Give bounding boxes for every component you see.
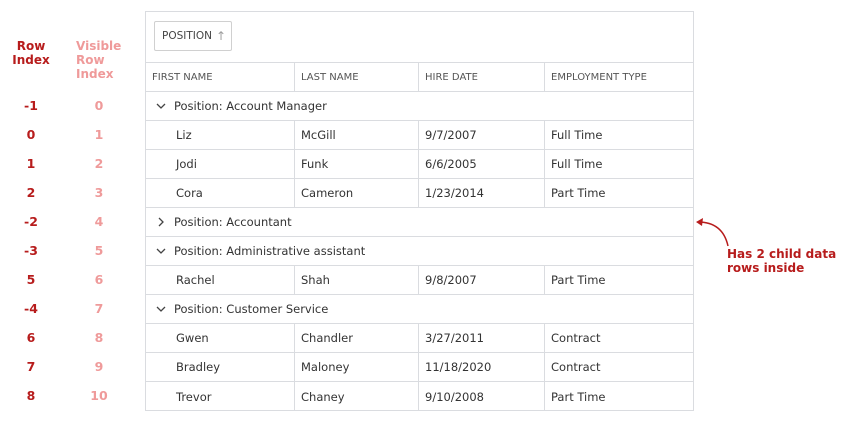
table-cell[interactable]: 6/6/2005 [419,150,545,178]
row-index-value: 6 [26,330,36,345]
table-row[interactable]: Liz McGill 9/7/2007 Full Time [146,121,693,150]
table-row[interactable]: Gwen Chandler 3/27/2011 Contract [146,324,693,353]
table-cell[interactable]: 3/27/2011 [419,324,545,352]
table-cell[interactable]: Chandler [295,324,419,352]
table-cell[interactable]: Rachel [146,266,295,294]
table-cell[interactable]: 9/8/2007 [419,266,545,294]
table-cell[interactable]: Trevor [146,382,295,411]
group-row[interactable]: Position: Customer Service [146,295,693,324]
group-row[interactable]: Position: Account Manager [146,92,693,121]
row-index-value: -4 [24,301,38,316]
chevron-down-icon[interactable] [155,303,167,315]
visible-row-index-heading: Visible Row Index [76,39,126,81]
chevron-down-icon[interactable] [155,245,167,257]
table-row[interactable]: Bradley Maloney 11/18/2020 Contract [146,353,693,382]
row-index-heading-text: Row Index [12,39,50,67]
row-index-value: -2 [24,214,38,229]
table-cell[interactable]: Bradley [146,353,295,381]
column-header-first-name[interactable]: FIRST NAME [146,63,295,91]
table-cell[interactable]: Part Time [545,179,693,207]
group-row-label: Position: Account Manager [174,99,327,113]
column-header-row: FIRST NAME LAST NAME HIRE DATE EMPLOYMEN… [146,63,693,92]
table-cell[interactable]: Contract [545,324,693,352]
table-cell[interactable]: Gwen [146,324,295,352]
chevron-down-icon[interactable] [155,100,167,112]
table-row[interactable]: Rachel Shah 9/8/2007 Part Time [146,266,693,295]
visible-row-index-value: 3 [94,185,104,200]
row-index-value: 2 [26,185,36,200]
column-header-label: HIRE DATE [425,71,478,83]
visible-row-index-value: 4 [94,214,104,229]
group-panel: POSITION ↑ [146,12,693,63]
column-header-label: FIRST NAME [152,71,213,83]
table-cell[interactable]: Shah [295,266,419,294]
visible-row-index-value: 2 [94,156,104,171]
group-row-label: Position: Accountant [174,215,292,229]
visible-row-index-value: 10 [90,388,108,403]
visible-row-index-value: 0 [94,98,104,113]
table-cell[interactable]: 11/18/2020 [419,353,545,381]
group-row[interactable]: Position: Administrative assistant [146,237,693,266]
table-row[interactable]: Trevor Chaney 9/10/2008 Part Time [146,382,693,411]
visible-row-index-value: 6 [94,272,104,287]
table-cell[interactable]: 9/7/2007 [419,121,545,149]
table-cell[interactable]: Chaney [295,382,419,411]
row-index-value: 1 [26,156,36,171]
group-chip-label: POSITION [162,30,212,42]
visible-row-index-value: 8 [94,330,104,345]
column-header-label: LAST NAME [301,71,359,83]
table-cell[interactable]: McGill [295,121,419,149]
table-cell[interactable]: Jodi [146,150,295,178]
visible-row-index-value: 7 [94,301,104,316]
row-index-value: 8 [26,388,36,403]
visible-row-index-value: 5 [94,243,104,258]
table-row[interactable]: Cora Cameron 1/23/2014 Part Time [146,179,693,208]
row-index-value: -3 [24,243,38,258]
table-cell[interactable]: Funk [295,150,419,178]
arrow-up-icon[interactable]: ↑ [216,29,226,43]
table-cell[interactable]: Maloney [295,353,419,381]
table-cell[interactable]: 9/10/2008 [419,382,545,411]
group-row-label: Position: Customer Service [174,302,329,316]
table-cell[interactable]: Full Time [545,121,693,149]
table-cell[interactable]: Part Time [545,382,693,411]
group-row-label: Position: Administrative assistant [174,244,366,258]
column-header-label: EMPLOYMENT TYPE [551,71,647,83]
row-index-value: 7 [26,359,36,374]
table-cell[interactable]: Part Time [545,266,693,294]
table-cell[interactable]: Full Time [545,150,693,178]
group-chip-position[interactable]: POSITION ↑ [154,21,232,51]
group-row[interactable]: Position: Accountant [146,208,693,237]
visible-row-index-value: 9 [94,359,104,374]
table-row[interactable]: Jodi Funk 6/6/2005 Full Time [146,150,693,179]
callout-arrow-icon [696,218,729,247]
annotation-note: Has 2 child data rows inside [727,247,842,275]
row-index-value: -1 [24,98,38,113]
annotation-text: Has 2 child data rows inside [727,247,837,275]
table-cell[interactable]: 1/23/2014 [419,179,545,207]
table-cell[interactable]: Cameron [295,179,419,207]
table-cell[interactable]: Liz [146,121,295,149]
visible-row-index-value: 1 [94,127,104,142]
column-header-hire-date[interactable]: HIRE DATE [419,63,545,91]
row-index-value: 5 [26,272,36,287]
data-grid: POSITION ↑ FIRST NAME LAST NAME HIRE DAT… [145,11,694,411]
row-index-value: 0 [26,127,36,142]
column-header-last-name[interactable]: LAST NAME [295,63,419,91]
table-cell[interactable]: Cora [146,179,295,207]
table-cell[interactable]: Contract [545,353,693,381]
visible-row-index-heading-text: Visible Row Index [76,39,122,81]
column-header-employment-type[interactable]: EMPLOYMENT TYPE [545,63,693,91]
chevron-right-icon[interactable] [155,216,167,228]
row-index-heading: Row Index [8,39,54,67]
